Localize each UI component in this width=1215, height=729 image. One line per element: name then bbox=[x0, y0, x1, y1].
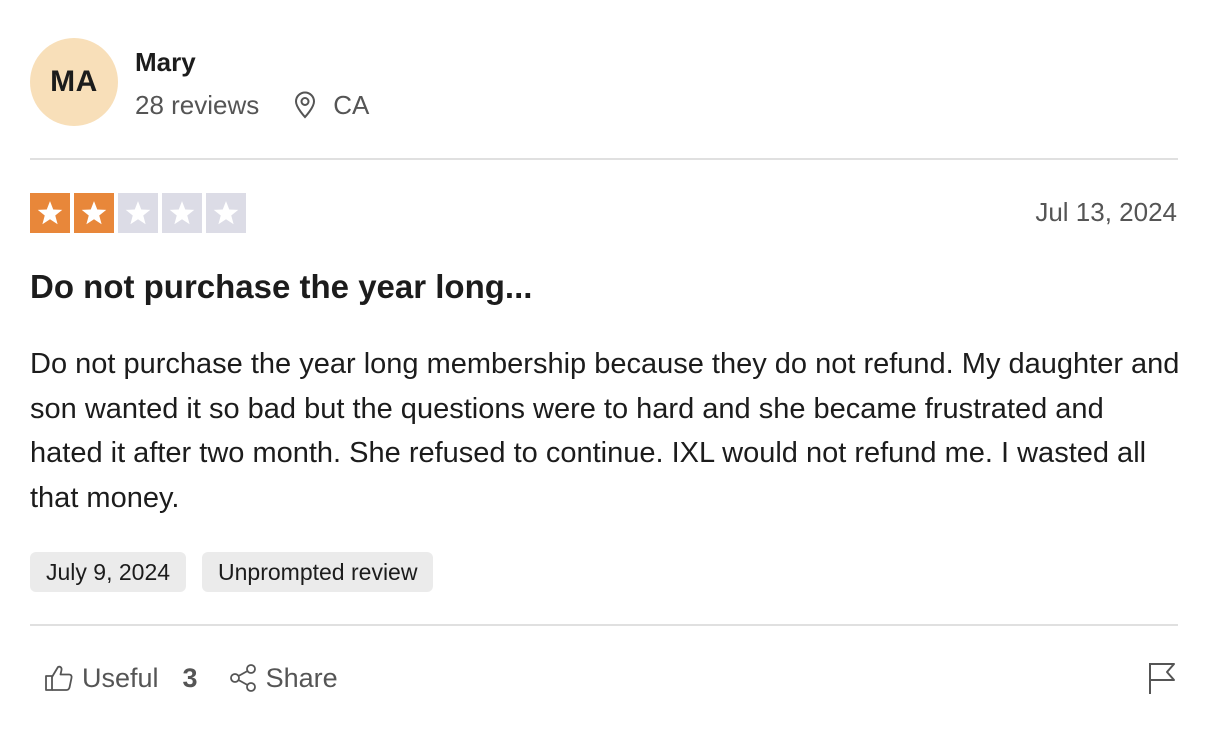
experience-date-badge: July 9, 2024 bbox=[30, 552, 187, 592]
review-title[interactable]: Do not purchase the year long... bbox=[30, 266, 532, 308]
divider bbox=[30, 624, 1178, 626]
flag-icon bbox=[1149, 663, 1175, 694]
review-actions: Useful 3 Share bbox=[44, 656, 338, 700]
star-empty bbox=[162, 193, 202, 233]
star-icon bbox=[81, 201, 107, 225]
useful-label: Useful bbox=[82, 663, 159, 693]
reviewer-location: CA bbox=[333, 89, 370, 120]
star-icon bbox=[169, 201, 195, 225]
review-tags: July 9, 2024 Unprompted review bbox=[30, 552, 434, 592]
share-label: Share bbox=[265, 663, 338, 693]
share-button[interactable]: Share bbox=[228, 656, 338, 700]
location-pin-icon bbox=[293, 90, 319, 120]
flag-button[interactable] bbox=[1147, 660, 1177, 696]
reviewer-info: Mary 28 reviews CA bbox=[135, 45, 369, 120]
reviewer-header[interactable]: MA Mary 28 reviews CA bbox=[30, 38, 369, 126]
useful-button[interactable]: Useful 3 bbox=[44, 656, 198, 700]
avatar[interactable]: MA bbox=[30, 38, 118, 126]
star-icon bbox=[37, 201, 63, 225]
star-filled bbox=[74, 193, 114, 233]
star-empty bbox=[118, 193, 158, 233]
divider bbox=[30, 158, 1178, 160]
star-filled bbox=[30, 193, 70, 233]
review-type-badge[interactable]: Unprompted review bbox=[202, 552, 434, 592]
thumbs-up-icon bbox=[45, 665, 73, 691]
review-date: Jul 13, 2024 bbox=[1035, 197, 1177, 227]
share-icon bbox=[229, 664, 256, 692]
star-icon bbox=[125, 201, 151, 225]
review-card: MA Mary 28 reviews CA Jul 13, 2024 Do no… bbox=[0, 0, 1215, 729]
star-empty bbox=[206, 193, 246, 233]
reviews-count: 28 reviews bbox=[135, 89, 260, 120]
useful-count: 3 bbox=[182, 663, 198, 693]
reviewer-name[interactable]: Mary bbox=[135, 47, 369, 77]
review-text: Do not purchase the year long membership… bbox=[30, 348, 1180, 514]
star-icon bbox=[213, 201, 239, 225]
star-rating bbox=[30, 193, 246, 233]
reviewer-meta: 28 reviews CA bbox=[135, 90, 369, 120]
